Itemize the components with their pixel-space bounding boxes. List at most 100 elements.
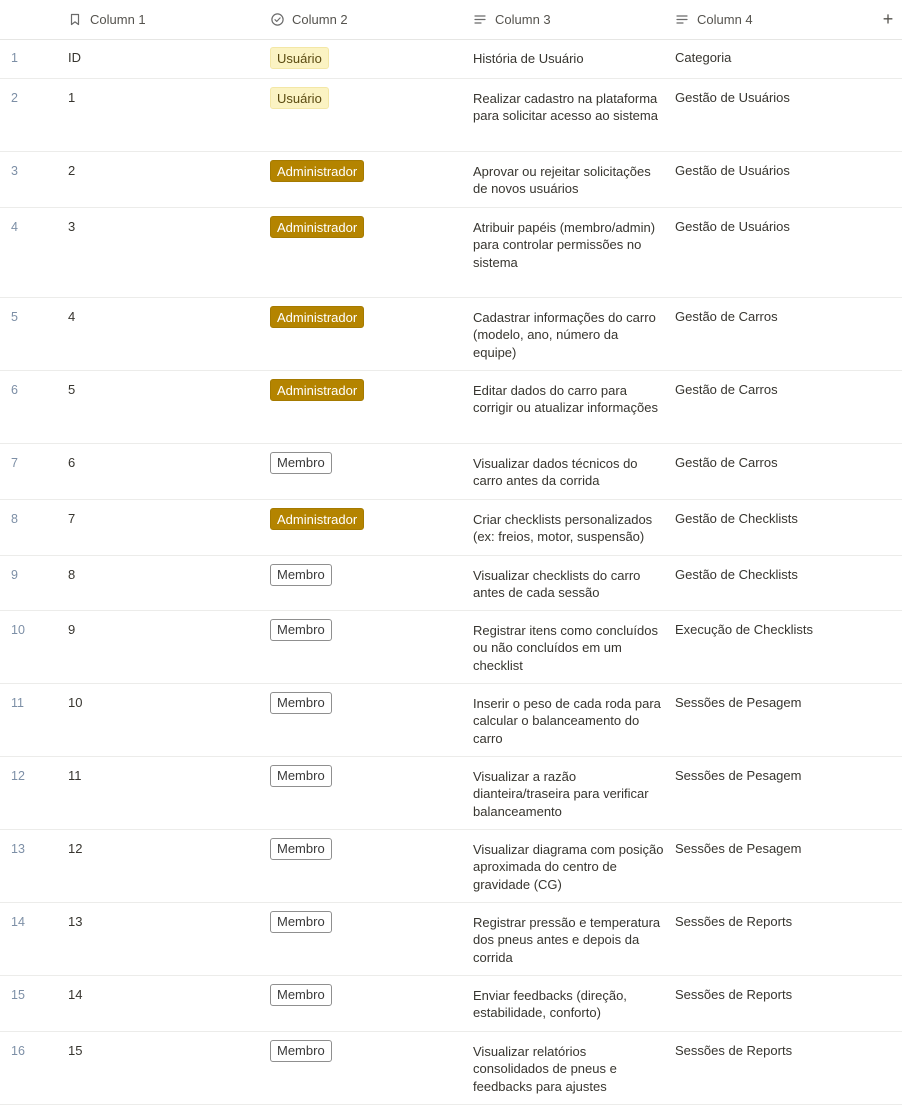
table-row[interactable]: 16 15 Membro Visualizar relatórios consolid…: [0, 1032, 902, 1105]
cell-column-3[interactable]: Atribuir papéis (membro/admin) para cont…: [473, 219, 665, 271]
row-number: 16: [11, 1044, 25, 1058]
cell-column-4[interactable]: Sessões de Pesagem: [675, 841, 801, 856]
column-header-3[interactable]: Column 3: [473, 0, 551, 39]
cell-column-2[interactable]: Membro: [270, 1040, 332, 1062]
cell-column-3[interactable]: História de Usuário: [473, 50, 665, 67]
cell-column-1[interactable]: ID: [68, 50, 81, 65]
cell-column-2[interactable]: Usuário: [270, 87, 329, 109]
table-row[interactable]: 7 6 Membro Visualizar dados técnicos do car…: [0, 444, 902, 500]
table-row[interactable]: 12 11 Membro Visualizar a razão dianteira/t…: [0, 757, 902, 830]
row-number: 6: [11, 383, 18, 397]
cell-column-1[interactable]: 3: [68, 219, 75, 234]
column-header-2[interactable]: Column 2: [270, 0, 348, 39]
cell-column-2[interactable]: Membro: [270, 765, 332, 787]
cell-column-1[interactable]: 7: [68, 511, 75, 526]
table-row[interactable]: 3 2 Administrador Aprovar ou rejeitar solic…: [0, 152, 902, 208]
cell-column-3[interactable]: Visualizar relatórios consolidados de pn…: [473, 1043, 665, 1095]
cell-column-2[interactable]: Usuário: [270, 47, 329, 69]
table-row[interactable]: 13 12 Membro Visualizar diagrama com posiçã…: [0, 830, 902, 903]
cell-column-1[interactable]: 6: [68, 455, 75, 470]
cell-column-3[interactable]: Visualizar checklists do carro antes de …: [473, 567, 665, 602]
cell-column-4[interactable]: Gestão de Usuários: [675, 163, 790, 178]
row-number: 11: [11, 696, 24, 710]
select-tag: Membro: [270, 765, 332, 787]
cell-column-1[interactable]: 9: [68, 622, 75, 637]
cell-column-3[interactable]: Inserir o peso de cada roda para calcula…: [473, 695, 665, 747]
cell-column-4[interactable]: Gestão de Carros: [675, 382, 778, 397]
cell-column-1[interactable]: 13: [68, 914, 82, 929]
table-row[interactable]: 14 13 Membro Registrar pressão e temperatur…: [0, 903, 902, 976]
cell-column-2[interactable]: Membro: [270, 692, 332, 714]
cell-column-2[interactable]: Membro: [270, 984, 332, 1006]
row-number: 13: [11, 842, 25, 856]
cell-column-3[interactable]: Realizar cadastro na plataforma para sol…: [473, 90, 665, 125]
table-row[interactable]: 10 9 Membro Registrar itens como concluídos…: [0, 611, 902, 684]
cell-column-3[interactable]: Registrar pressão e temperatura dos pneu…: [473, 914, 665, 966]
cell-column-4[interactable]: Categoria: [675, 50, 731, 65]
table-row[interactable]: 15 14 Membro Enviar feedbacks (direção, est…: [0, 976, 902, 1032]
cell-column-3[interactable]: Enviar feedbacks (direção, estabilidade,…: [473, 987, 665, 1022]
cell-column-2[interactable]: Membro: [270, 619, 332, 641]
cell-column-1[interactable]: 2: [68, 163, 75, 178]
cell-column-3[interactable]: Visualizar dados técnicos do carro antes…: [473, 455, 665, 490]
cell-column-4[interactable]: Gestão de Checklists: [675, 511, 798, 526]
cell-column-1[interactable]: 14: [68, 987, 82, 1002]
cell-column-4[interactable]: Sessões de Pesagem: [675, 695, 801, 710]
table-row[interactable]: 6 5 Administrador Editar dados do carro par…: [0, 371, 902, 444]
cell-column-1[interactable]: 4: [68, 309, 75, 324]
cell-column-4[interactable]: Gestão de Usuários: [675, 90, 790, 105]
cell-column-4[interactable]: Gestão de Usuários: [675, 219, 790, 234]
column-header-label: Column 2: [292, 12, 348, 27]
cell-column-3[interactable]: Criar checklists personalizados (ex: fre…: [473, 511, 665, 546]
cell-column-2[interactable]: Membro: [270, 911, 332, 933]
row-number: 5: [11, 310, 18, 324]
cell-column-3[interactable]: Visualizar diagrama com posição aproxima…: [473, 841, 665, 893]
cell-column-1[interactable]: 12: [68, 841, 82, 856]
cell-column-2[interactable]: Administrador: [270, 379, 365, 401]
cell-column-2[interactable]: Administrador: [270, 508, 365, 530]
column-header-1[interactable]: Column 1: [68, 0, 146, 39]
cell-column-3[interactable]: Editar dados do carro para corrigir ou a…: [473, 382, 665, 417]
plus-icon: +: [882, 9, 894, 29]
cell-column-2[interactable]: Administrador: [270, 306, 365, 328]
row-number: 1: [11, 51, 18, 65]
row-number: 9: [11, 568, 18, 582]
cell-column-4[interactable]: Sessões de Reports: [675, 914, 792, 929]
column-header-4[interactable]: Column 4: [675, 0, 753, 39]
table-row[interactable]: 11 10 Membro Inserir o peso de cada roda pa…: [0, 684, 902, 757]
row-number: 7: [11, 456, 18, 470]
cell-column-4[interactable]: Gestão de Checklists: [675, 567, 798, 582]
cell-column-2[interactable]: Administrador: [270, 216, 365, 238]
cell-column-4[interactable]: Sessões de Reports: [675, 987, 792, 1002]
cell-column-3[interactable]: Cadastrar informações do carro (modelo, …: [473, 309, 665, 361]
cell-column-2[interactable]: Membro: [270, 452, 332, 474]
cell-column-2[interactable]: Membro: [270, 838, 332, 860]
table-row[interactable]: 4 3 Administrador Atribuir papéis (membro/a…: [0, 208, 902, 298]
cell-column-1[interactable]: 10: [68, 695, 82, 710]
cell-column-1[interactable]: 5: [68, 382, 75, 397]
table-row[interactable]: 2 1 Usuário Realizar cadastro na plataforma…: [0, 79, 902, 152]
cell-column-4[interactable]: Execução de Checklists: [675, 622, 813, 637]
cell-column-4[interactable]: Gestão de Carros: [675, 309, 778, 324]
cell-column-3[interactable]: Registrar itens como concluídos ou não c…: [473, 622, 665, 674]
cell-column-4[interactable]: Sessões de Pesagem: [675, 768, 801, 783]
cell-column-2[interactable]: Administrador: [270, 160, 365, 182]
cell-column-1[interactable]: 11: [68, 768, 82, 783]
row-number: 4: [11, 220, 18, 234]
cell-column-4[interactable]: Sessões de Reports: [675, 1043, 792, 1058]
table-row[interactable]: 8 7 Administrador Criar checklists personal…: [0, 500, 902, 556]
table-row[interactable]: 9 8 Membro Visualizar checklists do carro a…: [0, 556, 902, 611]
cell-column-3[interactable]: Visualizar a razão dianteira/traseira pa…: [473, 768, 665, 820]
add-column-button[interactable]: +: [880, 10, 896, 28]
table-row[interactable]: 1 ID Usuário História de Usuário Categoria: [0, 39, 902, 79]
cell-column-1[interactable]: 8: [68, 567, 75, 582]
cell-column-1[interactable]: 1: [68, 90, 75, 105]
table-row[interactable]: 5 4 Administrador Cadastrar informações do …: [0, 298, 902, 371]
select-tag: Usuário: [270, 47, 329, 69]
cell-column-3[interactable]: Aprovar ou rejeitar solicitações de novo…: [473, 163, 665, 198]
select-tag: Membro: [270, 619, 332, 641]
select-tag: Membro: [270, 692, 332, 714]
cell-column-2[interactable]: Membro: [270, 564, 332, 586]
cell-column-4[interactable]: Gestão de Carros: [675, 455, 778, 470]
cell-column-1[interactable]: 15: [68, 1043, 82, 1058]
